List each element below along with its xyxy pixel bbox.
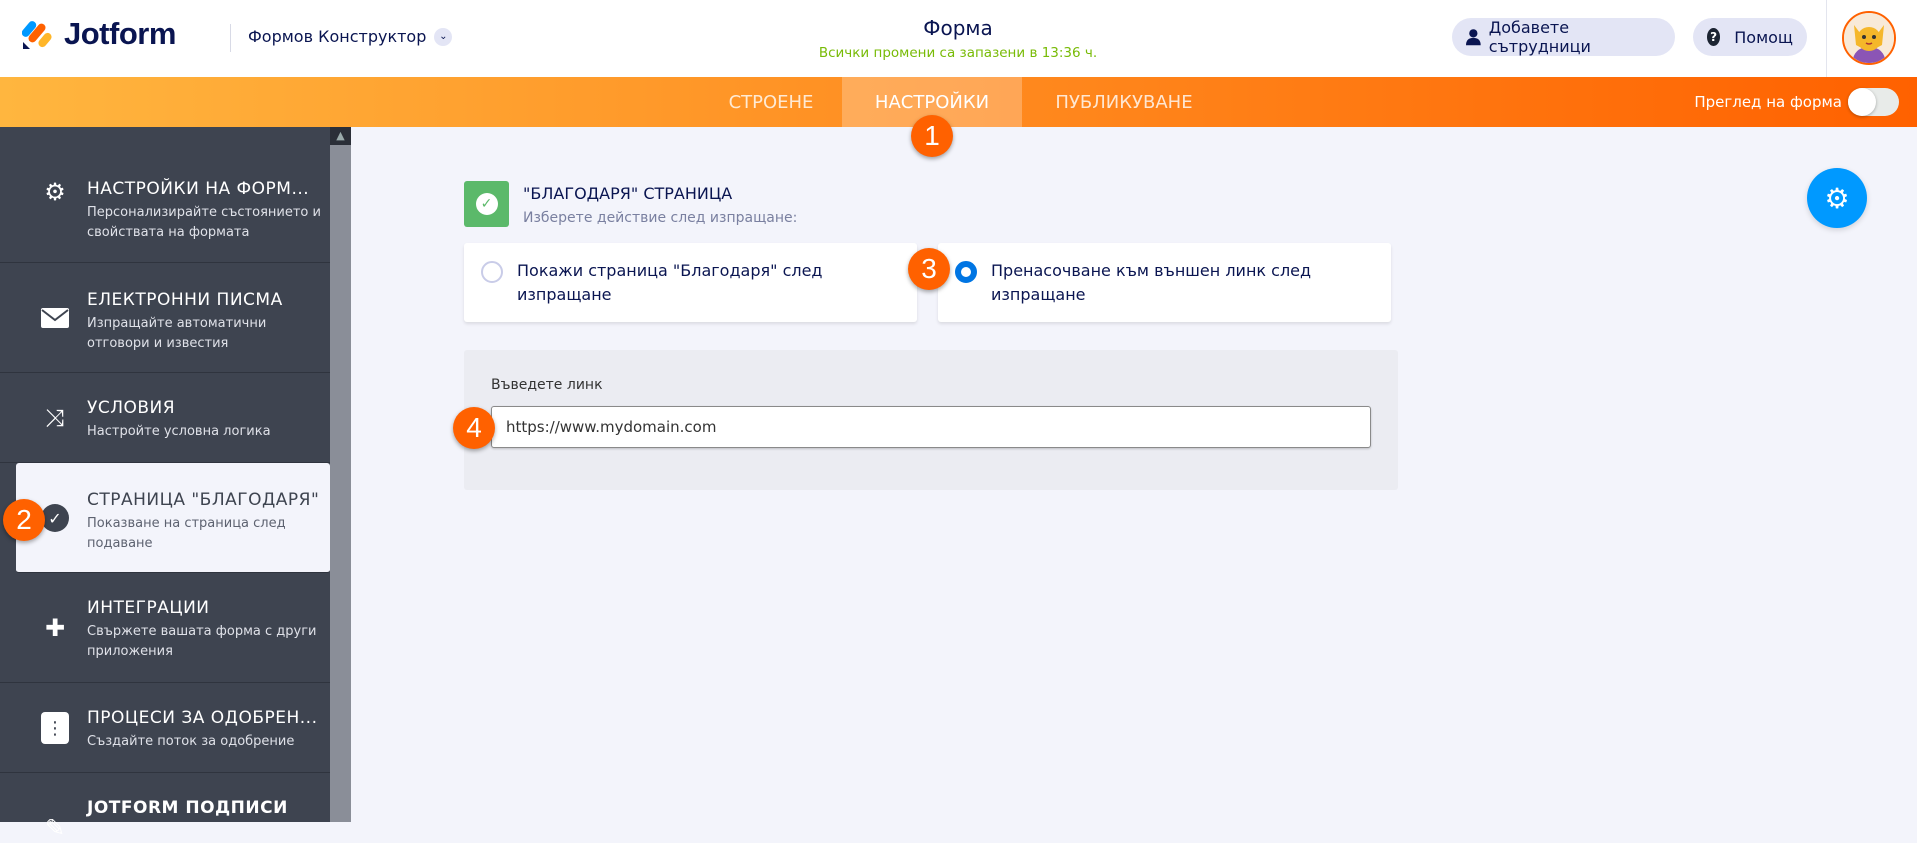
sidebar-item-title: ЕЛЕКТРОННИ ПИСМА bbox=[87, 290, 283, 310]
form-preview-toggle[interactable] bbox=[1848, 88, 1899, 116]
sidebar-item-jotform-sign[interactable]: ✎ JOTFORM ПОДПИСИ bbox=[0, 773, 330, 842]
jotform-logo[interactable]: Jotform bbox=[22, 16, 176, 52]
sidebar-item-subtitle: Персонализирайте състоянието и свойстват… bbox=[87, 205, 321, 240]
sidebar-item-conditions[interactable]: ⤨ УСЛОВИЯ Настройте условна логика bbox=[0, 373, 330, 463]
sidebar-item-subtitle: Показване на страница след подаване bbox=[87, 516, 286, 551]
logo-wordmark: Jotform bbox=[64, 16, 176, 51]
avatar-icon bbox=[1844, 13, 1894, 63]
form-preview-label: Преглед на форма bbox=[1694, 93, 1842, 111]
signature-icon: ✎ bbox=[44, 814, 66, 842]
option-redirect-external-link[interactable]: Пренасочване към външен линк след изпращ… bbox=[938, 243, 1391, 322]
form-title[interactable]: Форма bbox=[658, 16, 1258, 40]
tab-build[interactable]: СТРОЕНЕ bbox=[700, 77, 842, 127]
sidebar-item-title: СТРАНИЦА "БЛАГОДАРЯ" bbox=[87, 490, 320, 510]
user-avatar[interactable] bbox=[1842, 11, 1896, 65]
gear-icon: ⚙ bbox=[1824, 181, 1850, 215]
divider bbox=[230, 24, 231, 52]
jotform-logo-icon bbox=[22, 21, 52, 49]
gear-icon: ⚙ bbox=[44, 178, 66, 206]
tab-publish[interactable]: ПУБЛИКУВАНЕ bbox=[1022, 77, 1226, 127]
sidebar-item-title: ИНТЕГРАЦИИ bbox=[87, 598, 210, 618]
sidebar-item-form-settings[interactable]: ⚙ НАСТРОЙКИ НА ФОРМ... Персонализирайте … bbox=[0, 127, 330, 263]
envelope-icon bbox=[40, 303, 70, 333]
sidebar-item-title: ПРОЦЕСИ ЗА ОДОБРЕН... bbox=[87, 708, 318, 728]
top-header: Jotform Формов Конструктор ⌄ Форма Всичк… bbox=[0, 0, 1917, 77]
thank-you-section-icon: ✓ bbox=[464, 181, 509, 227]
help-button[interactable]: ? Помощ bbox=[1693, 18, 1807, 56]
option-label: Пренасочване към външен линк след изпращ… bbox=[991, 261, 1312, 304]
scroll-up-arrow-icon[interactable]: ▲ bbox=[330, 127, 351, 145]
step-badge-4: 4 bbox=[453, 407, 495, 449]
sidebar-item-subtitle: Изпращайте автоматични отговори и извест… bbox=[87, 316, 267, 351]
redirect-link-input[interactable] bbox=[491, 406, 1371, 448]
sidebar-item-subtitle: Свържете вашата форма с други приложения bbox=[87, 624, 317, 659]
user-icon bbox=[1466, 29, 1481, 46]
settings-sidebar: ⚙ НАСТРОЙКИ НА ФОРМ... Персонализирайте … bbox=[0, 127, 330, 842]
sidebar-item-thank-you-page[interactable]: ✓ СТРАНИЦА "БЛАГОДАРЯ" Показване на стра… bbox=[16, 463, 330, 573]
chevron-down-icon: ⌄ bbox=[434, 27, 453, 46]
sidebar-item-title: JOTFORM ПОДПИСИ bbox=[87, 798, 288, 818]
sidebar-item-approval-flows[interactable]: ⋮ ПРОЦЕСИ ЗА ОДОБРЕН... Създайте поток з… bbox=[0, 683, 330, 773]
check-circle-icon: ✓ bbox=[475, 193, 498, 215]
sidebar-item-title: УСЛОВИЯ bbox=[87, 398, 176, 418]
step-badge-3: 3 bbox=[908, 248, 950, 290]
option-label: Покажи страница "Благодаря" след изпраща… bbox=[517, 261, 823, 304]
section-subtitle: Изберете действие след изпращане: bbox=[523, 210, 798, 226]
puzzle-icon: ✚ bbox=[44, 614, 66, 642]
divider bbox=[1826, 0, 1827, 77]
sidebar-item-subtitle: Настройте условна логика bbox=[87, 424, 271, 439]
toggle-knob bbox=[1848, 88, 1876, 116]
help-label: Помощ bbox=[1734, 27, 1793, 47]
help-icon: ? bbox=[1707, 28, 1721, 46]
shuffle-icon: ⤨ bbox=[45, 404, 65, 432]
radio-button-selected[interactable] bbox=[955, 261, 977, 283]
add-collaborators-button[interactable]: Добавете сътрудници bbox=[1452, 18, 1675, 56]
option-show-thank-you-page[interactable]: Покажи страница "Благодаря" след изпраща… bbox=[464, 243, 917, 322]
builder-label: Формов Конструктор bbox=[248, 27, 427, 46]
settings-gear-button[interactable]: ⚙ bbox=[1807, 168, 1867, 228]
radio-button[interactable] bbox=[481, 261, 503, 283]
save-status: Всички промени са запазени в 13:36 ч. bbox=[818, 45, 1098, 61]
sidebar-item-title: НАСТРОЙКИ НА ФОРМ... bbox=[87, 179, 310, 199]
sidebar-item-subtitle: Създайте поток за одобрение bbox=[87, 734, 295, 749]
sidebar-item-integrations[interactable]: ✚ ИНТЕГРАЦИИ Свържете вашата форма с дру… bbox=[0, 573, 330, 683]
form-builder-dropdown[interactable]: Формов Конструктор ⌄ bbox=[248, 27, 453, 46]
step-badge-2: 2 bbox=[3, 499, 45, 541]
section-title: "БЛАГОДАРЯ" СТРАНИЦА bbox=[523, 184, 733, 203]
flowchart-icon: ⋮ bbox=[40, 712, 70, 744]
sidebar-item-emails[interactable]: ЕЛЕКТРОННИ ПИСМА Изпращайте автоматични … bbox=[0, 263, 330, 373]
add-collaborators-label: Добавете сътрудници bbox=[1488, 18, 1591, 56]
step-badge-1: 1 bbox=[911, 115, 953, 157]
main-nav: СТРОЕНЕ НАСТРОЙКИ ПУБЛИКУВАНЕ Преглед на… bbox=[0, 77, 1917, 127]
link-input-label: Въведете линк bbox=[491, 377, 603, 393]
sidebar-scrollbar[interactable] bbox=[330, 127, 351, 822]
